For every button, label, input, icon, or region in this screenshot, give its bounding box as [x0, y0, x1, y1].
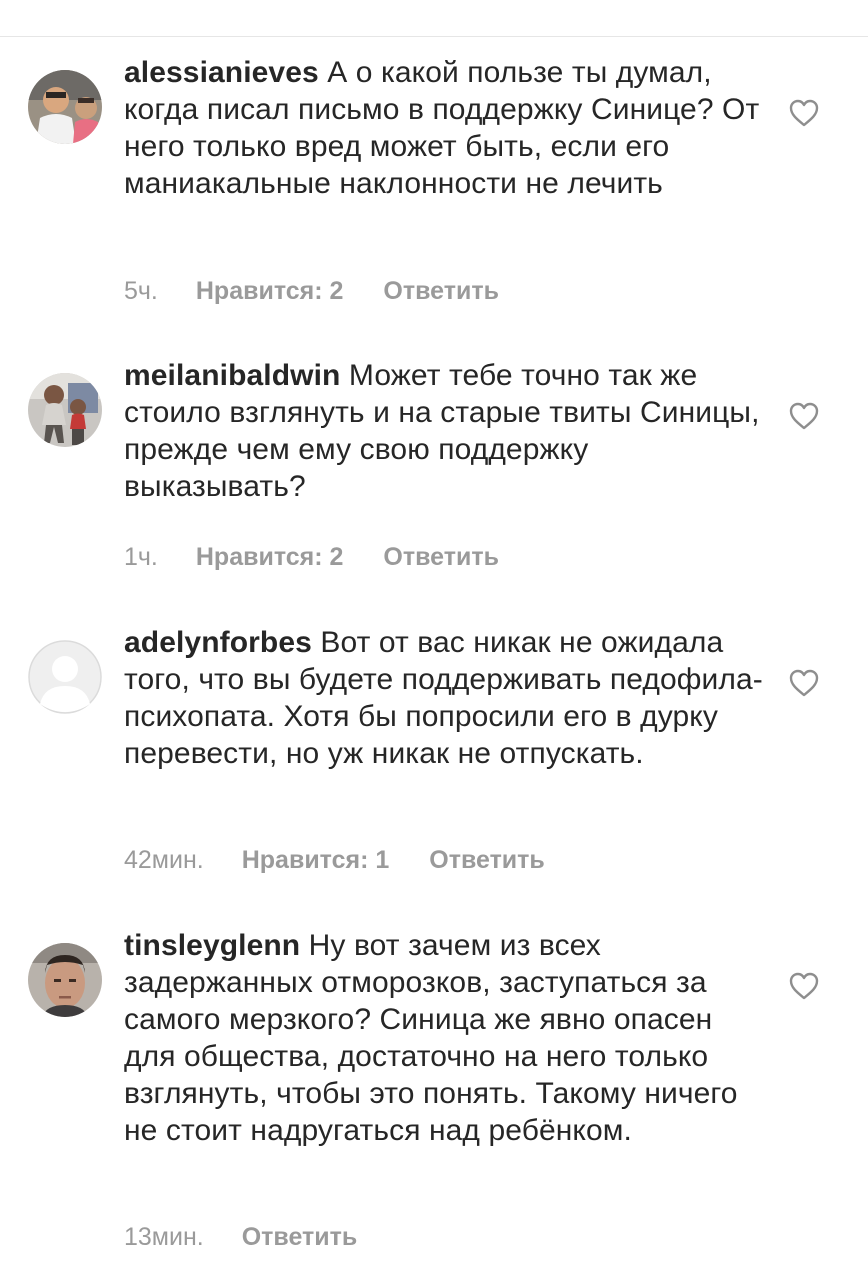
reply-button[interactable]: Ответить — [383, 542, 499, 572]
reply-button[interactable]: Ответить — [383, 276, 499, 306]
comment-meta: 42мин. Нравится: 1 Ответить — [124, 845, 545, 875]
comment-meta: 5ч. Нравится: 2 Ответить — [124, 276, 499, 306]
heart-outline-icon[interactable] — [788, 668, 820, 698]
default-avatar-icon[interactable] — [28, 640, 102, 714]
profile-photo-icon[interactable] — [28, 70, 102, 144]
comment-username[interactable]: tinsleyglenn — [124, 929, 300, 962]
reply-button[interactable]: Ответить — [242, 1222, 358, 1252]
comment-likes[interactable]: Нравится: 2 — [196, 276, 344, 306]
comment-username[interactable]: adelynforbes — [124, 626, 312, 659]
comment-meta: 1ч. Нравится: 2 Ответить — [124, 542, 499, 572]
comment-time: 42мин. — [124, 846, 204, 874]
comment-body: tinsleyglenn Ну вот зачем из всех задерж… — [124, 927, 764, 1149]
profile-photo-icon[interactable] — [28, 943, 102, 1017]
comment-body: alessianieves А о какой пользе ты думал,… — [124, 54, 764, 202]
comment-username[interactable]: meilanibaldwin — [124, 359, 340, 392]
comment-username[interactable]: alessianieves — [124, 56, 319, 89]
heart-outline-icon[interactable] — [788, 401, 820, 431]
comment-likes[interactable]: Нравится: 2 — [196, 542, 344, 572]
top-divider — [0, 36, 868, 37]
comment-time: 13мин. — [124, 1223, 204, 1251]
comment-body: adelynforbes Вот от вас никак не ожидала… — [124, 624, 764, 772]
comment-time: 1ч. — [124, 543, 158, 571]
heart-outline-icon[interactable] — [788, 98, 820, 128]
comment-body: meilanibaldwin Может тебе точно так же с… — [124, 357, 764, 505]
comment-time: 5ч. — [124, 277, 158, 305]
profile-photo-icon[interactable] — [28, 373, 102, 447]
comment-meta: 13мин. Ответить — [124, 1222, 357, 1252]
reply-button[interactable]: Ответить — [429, 845, 545, 875]
heart-outline-icon[interactable] — [788, 971, 820, 1001]
comment-likes[interactable]: Нравится: 1 — [242, 845, 390, 875]
